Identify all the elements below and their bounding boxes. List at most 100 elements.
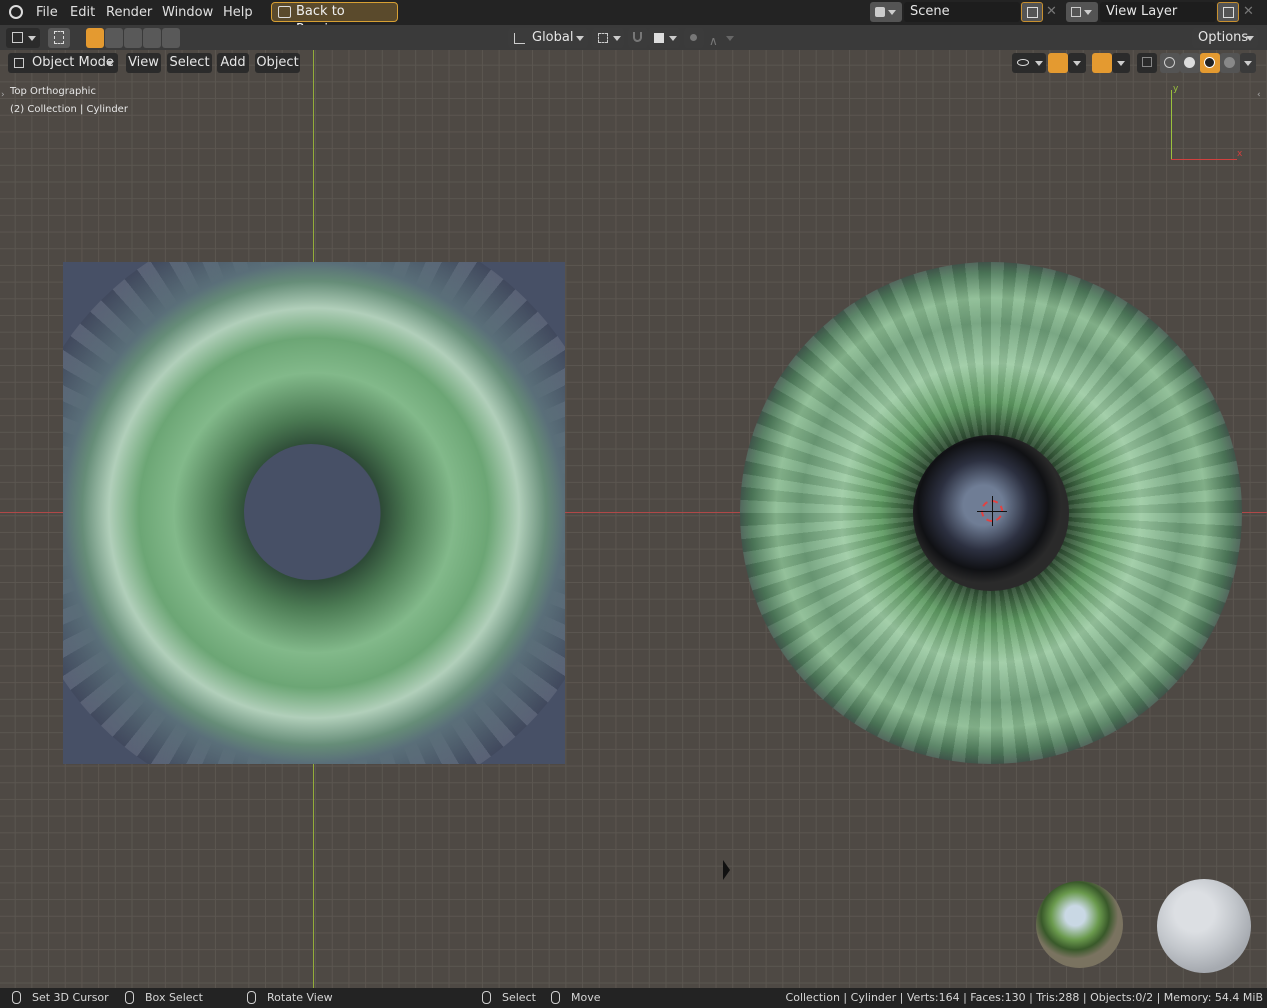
- new-view-layer-button[interactable]: [1217, 2, 1239, 22]
- menu-edit[interactable]: Edit: [70, 4, 95, 21]
- chevron-down-icon: [28, 36, 36, 41]
- iris-pupil-hole: [244, 444, 378, 580]
- back-to-previous-button[interactable]: Back to Previous: [271, 2, 398, 37]
- middle-mouse-icon: [247, 991, 256, 1004]
- transform-orientation-dropdown[interactable]: Global: [508, 28, 588, 48]
- hdri-preview-sphere: [1036, 881, 1123, 968]
- object-mode-label: Object Mode: [32, 55, 114, 70]
- close-scene-icon[interactable]: ✕: [1046, 4, 1057, 19]
- select-mode-invert-button[interactable]: [143, 28, 161, 48]
- editor-type-icon: [12, 32, 23, 43]
- rendered-sphere-icon: [1224, 57, 1235, 68]
- gizmo-y-axis[interactable]: [1171, 90, 1172, 160]
- blender-logo-icon[interactable]: [9, 5, 23, 19]
- mouse-drag-icon: [125, 991, 134, 1004]
- chevron-down-icon: [1084, 10, 1092, 15]
- eye-icon: [1017, 59, 1029, 66]
- status-move: Move: [571, 991, 601, 1004]
- gizmo-dropdown[interactable]: [1068, 53, 1086, 73]
- overlays-dropdown[interactable]: [1112, 53, 1130, 73]
- pivot-point-dropdown[interactable]: [592, 28, 624, 48]
- status-set-3d-cursor: Set 3D Cursor: [32, 991, 109, 1004]
- status-bar: Set 3D Cursor Box Select Rotate View Sel…: [0, 988, 1267, 1008]
- increment-icon: [654, 33, 664, 43]
- scene-name-field[interactable]: Scene: [904, 2, 1020, 22]
- view-layer-name-field[interactable]: View Layer: [1100, 2, 1216, 22]
- view-menu[interactable]: View: [126, 53, 161, 73]
- wireframe-shading-button[interactable]: [1160, 53, 1180, 73]
- rendered-shading-button[interactable]: [1220, 53, 1240, 73]
- chevron-down-icon: [1073, 61, 1081, 66]
- snap-toggle-button[interactable]: [628, 28, 648, 48]
- wireframe-icon: [1164, 57, 1175, 68]
- object-mode-dropdown[interactable]: Object Mode: [8, 53, 118, 73]
- add-menu[interactable]: Add: [217, 53, 249, 73]
- status-select: Select: [502, 991, 536, 1004]
- mouse-drag-icon: [551, 991, 560, 1004]
- close-view-layer-icon[interactable]: ✕: [1243, 4, 1254, 19]
- xray-toggle-button[interactable]: [1137, 53, 1157, 73]
- 3d-viewport[interactable]: Object Mode View Select Add Object Top O…: [0, 50, 1267, 988]
- shading-dropdown[interactable]: [1240, 53, 1256, 73]
- chevron-down-icon: [1244, 61, 1252, 66]
- object-mode-icon: [14, 58, 24, 68]
- chevron-down-icon: [576, 36, 584, 41]
- falloff-dropdown[interactable]: ∧: [705, 28, 737, 48]
- back-icon: [278, 6, 291, 18]
- cursor-arrow-icon: [54, 31, 64, 44]
- solid-sphere-icon: [1184, 57, 1195, 68]
- iris-texture-plane[interactable]: [63, 262, 565, 764]
- view-layer-selector-button[interactable]: [1066, 2, 1098, 22]
- status-rotate-view: Rotate View: [267, 991, 333, 1004]
- solid-shading-button[interactable]: [1180, 53, 1200, 73]
- gizmo-toggle-button[interactable]: [1048, 53, 1068, 73]
- select-menu[interactable]: Select: [167, 53, 212, 73]
- menu-file[interactable]: File: [36, 4, 58, 21]
- proportional-edit-button[interactable]: [684, 28, 704, 48]
- overlays-toggle-button[interactable]: [1092, 53, 1112, 73]
- left-mouse-icon: [482, 991, 491, 1004]
- falloff-curve-icon: ∧: [709, 34, 718, 48]
- gizmo-x-label: x: [1237, 149, 1243, 159]
- gizmo-y-label: y: [1173, 84, 1179, 94]
- chevron-down-icon: [1246, 36, 1254, 41]
- options-label: Options: [1198, 30, 1249, 45]
- scene-statistics: Collection | Cylinder | Verts:164 | Face…: [785, 991, 1263, 1004]
- xray-icon: [1142, 57, 1152, 67]
- select-mode-intersect-button[interactable]: [162, 28, 180, 48]
- tool-header: Global ∧ Options: [0, 25, 1267, 50]
- copy-icon: [1027, 7, 1038, 18]
- chevron-down-icon: [106, 61, 114, 66]
- gizmo-x-axis[interactable]: [1171, 159, 1237, 160]
- chevron-down-icon: [613, 36, 621, 41]
- select-mode-extend-button[interactable]: [105, 28, 123, 48]
- chevron-down-icon: [1117, 61, 1125, 66]
- diffuse-preview-sphere: [1157, 879, 1251, 973]
- material-preview-shading-button[interactable]: [1200, 53, 1220, 73]
- editor-type-button[interactable]: [6, 28, 40, 48]
- menu-render[interactable]: Render: [106, 4, 152, 21]
- select-mode-new-button[interactable]: [86, 28, 104, 48]
- magnet-icon: [633, 32, 642, 42]
- new-scene-button[interactable]: [1021, 2, 1043, 22]
- scene-selector-button[interactable]: [870, 2, 902, 22]
- proportional-icon: [690, 34, 697, 41]
- object-menu[interactable]: Object: [255, 53, 300, 73]
- view-layer-icon: [1071, 7, 1081, 17]
- pivot-icon: [598, 33, 608, 43]
- menu-window[interactable]: Window: [162, 4, 213, 21]
- select-tool-button[interactable]: [48, 28, 70, 48]
- top-menu-bar: File Edit Render Window Help Back to Pre…: [0, 0, 1267, 37]
- menu-help[interactable]: Help: [223, 4, 253, 21]
- status-box-select: Box Select: [145, 991, 203, 1004]
- 3d-cursor-icon[interactable]: [977, 496, 1007, 526]
- chevron-down-icon: [726, 36, 734, 41]
- sidebar-expand-icon[interactable]: ‹: [1257, 90, 1261, 100]
- visibility-dropdown[interactable]: [1012, 53, 1046, 73]
- toolbar-expand-icon[interactable]: ›: [1, 90, 5, 100]
- select-mode-subtract-button[interactable]: [124, 28, 142, 48]
- snap-target-dropdown[interactable]: [648, 28, 680, 48]
- mouse-pointer-icon: [723, 860, 730, 880]
- options-dropdown[interactable]: Options: [1192, 28, 1258, 48]
- view-name-label: Top Orthographic: [10, 86, 96, 97]
